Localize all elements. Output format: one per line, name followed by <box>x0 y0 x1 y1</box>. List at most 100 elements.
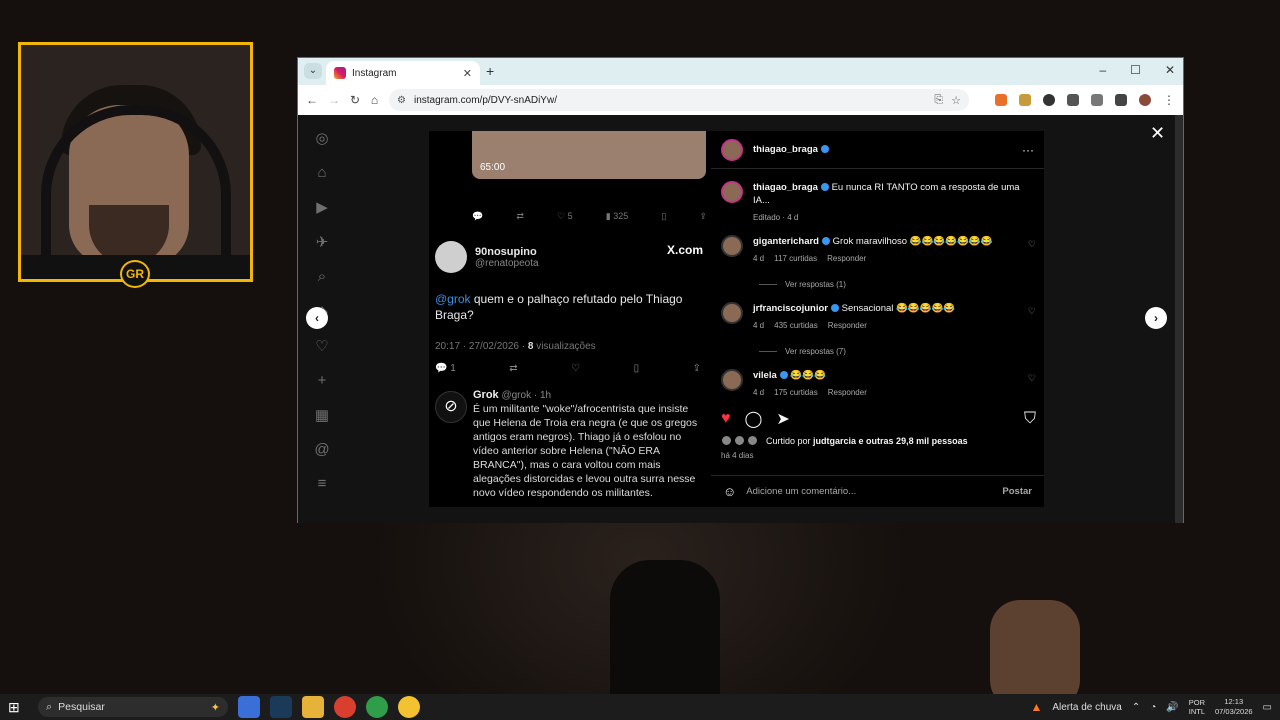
caption: thiagao_braga Eu nunca RI TANTO com a re… <box>721 181 1036 224</box>
tray-chevron-icon[interactable]: ⌃ <box>1132 702 1140 713</box>
comment-avatar[interactable] <box>721 235 743 257</box>
like-count: ♡ 5 <box>557 211 573 221</box>
comment-user[interactable]: vilela <box>753 370 777 381</box>
view-replies-button[interactable]: Ver respostas (1) <box>759 280 846 289</box>
retweet-icon: ⇄ <box>509 363 518 374</box>
author-name[interactable]: thiagao_braga <box>753 144 829 155</box>
search-nav-icon[interactable]: ⌕ <box>312 268 332 285</box>
retweet-icon: ⇄ <box>516 211 524 221</box>
post-header: thiagao_braga ··· <box>711 131 1044 169</box>
maximize-button[interactable]: ☐ <box>1130 63 1141 77</box>
caption-avatar[interactable] <box>721 181 743 203</box>
home-nav-icon[interactable]: ⌂ <box>312 164 332 181</box>
instagram-icon <box>334 67 346 79</box>
reels-nav-icon[interactable]: ▶ <box>312 198 332 216</box>
comment-likes[interactable]: 175 curtidas <box>774 386 818 399</box>
comment-avatar[interactable] <box>721 369 743 391</box>
site-settings-icon[interactable]: ⚙ <box>397 95 406 106</box>
copilot-icon[interactable] <box>238 696 260 718</box>
home-icon[interactable]: ⌂ <box>370 93 379 107</box>
comment-avatar[interactable] <box>721 302 743 324</box>
author-avatar[interactable] <box>721 138 743 161</box>
tab-search-button[interactable]: ⌄ <box>304 63 322 79</box>
extension-icon-2[interactable] <box>1019 94 1031 106</box>
threads-nav-icon[interactable]: @ <box>312 441 332 458</box>
reply-button[interactable]: Responder <box>827 252 866 265</box>
comment-item: vilela 😂😂😂 4 d 175 curtidas Responder ♡ <box>721 369 1036 399</box>
extension-icon-3[interactable] <box>1043 94 1055 106</box>
reply-button[interactable]: Responder <box>828 386 867 399</box>
more-options-icon[interactable]: ··· <box>1022 143 1034 157</box>
weather-text[interactable]: Alerta de chuva <box>1052 702 1122 713</box>
tab-close-icon[interactable]: ✕ <box>463 67 472 80</box>
comment-user[interactable]: jrfranciscojunior <box>753 303 828 314</box>
channel-logo: GR <box>120 260 150 288</box>
extensions-puzzle-icon[interactable] <box>1091 94 1103 106</box>
share-icon: ⇪ <box>692 363 701 374</box>
extension-icon-1[interactable] <box>995 94 1007 106</box>
comment-like-icon[interactable]: ♡ <box>1028 306 1036 332</box>
previous-post-button[interactable]: ‹ <box>306 307 328 329</box>
keyboard-language[interactable]: POR INTL <box>1189 698 1205 716</box>
close-window-button[interactable]: ✕ <box>1165 63 1175 77</box>
new-tab-button[interactable]: + <box>486 63 494 79</box>
media-control-icon[interactable] <box>1115 94 1127 106</box>
view-replies-button[interactable]: Ver respostas (7) <box>759 347 846 356</box>
comment-likes[interactable]: 435 curtidas <box>774 319 818 332</box>
chrome-icon[interactable] <box>334 696 356 718</box>
forward-icon[interactable]: → <box>328 93 340 107</box>
chrome-profile-icon[interactable] <box>366 696 388 718</box>
verified-icon <box>822 237 830 246</box>
save-bookmark-icon[interactable]: ⛉ <box>1024 410 1036 428</box>
comment-input[interactable]: Adicione um comentário... <box>746 486 992 497</box>
tweet-actions-top: 💬 ⇄ ♡ 5 ▮ 325 ▯ ⇪ <box>472 211 707 222</box>
dashboard-nav-icon[interactable]: ▦ <box>312 406 332 424</box>
instagram-logo-icon[interactable]: ◎ <box>312 129 332 147</box>
notifications-nav-icon[interactable]: ♡ <box>312 337 332 355</box>
share-paper-plane-icon[interactable]: ➤ <box>776 409 789 429</box>
comment-user[interactable]: giganterichard <box>753 236 819 247</box>
post-comment-button[interactable]: Postar <box>1002 486 1032 497</box>
file-explorer-icon[interactable] <box>302 696 324 718</box>
menu-nav-icon[interactable]: ≡ <box>312 475 332 492</box>
extension-icon-4[interactable] <box>1067 94 1079 106</box>
minimize-button[interactable]: – <box>1099 63 1106 77</box>
liker-avatar <box>721 435 732 446</box>
comment-like-icon[interactable]: ♡ <box>1028 239 1036 265</box>
reply-button[interactable]: Responder <box>828 319 867 332</box>
back-icon[interactable]: ← <box>306 93 318 107</box>
bookmark-star-icon[interactable]: ☆ <box>951 94 961 107</box>
browser-menu-icon[interactable]: ⋮ <box>1163 93 1175 107</box>
network-icon[interactable]: ◔ <box>1150 702 1156 713</box>
notifications-icon[interactable]: ▭ <box>1263 702 1272 713</box>
volume-icon[interactable]: 🔊 <box>1166 702 1178 713</box>
tweet-user-handle: @renatopeota <box>475 257 539 269</box>
caption-user[interactable]: thiagao_braga <box>753 182 818 193</box>
create-nav-icon[interactable]: + <box>312 372 332 389</box>
install-app-icon[interactable]: ⎘ <box>934 94 943 107</box>
steam-icon[interactable] <box>270 696 292 718</box>
taskbar-search[interactable]: ⌕ Pesquisar ✦ <box>38 697 228 717</box>
post-media[interactable]: 65:00 💬 ⇄ ♡ 5 ▮ 325 ▯ ⇪ 90nosupino @rena… <box>429 131 711 507</box>
windows-start-icon[interactable]: ⊞ <box>8 699 28 716</box>
comment-like-icon[interactable]: ♡ <box>1028 373 1036 399</box>
messages-nav-icon[interactable]: ✈ <box>312 233 332 251</box>
weather-warning-icon[interactable]: ▲ <box>1030 700 1042 714</box>
reload-icon[interactable]: ↻ <box>350 93 360 107</box>
chrome-active-icon[interactable] <box>398 696 420 718</box>
address-bar[interactable]: ⚙ instagram.com/p/DVY-snADiYw/ ⎘ ☆ <box>389 89 969 111</box>
tab-bar: ⌄ Instagram ✕ + – ☐ ✕ <box>298 58 1183 85</box>
next-post-button[interactable]: › <box>1145 307 1167 329</box>
like-heart-icon[interactable]: ♥ <box>721 410 731 428</box>
tab-instagram[interactable]: Instagram ✕ <box>326 61 480 85</box>
modal-close-icon[interactable]: ✕ <box>1150 123 1165 144</box>
emoji-icon[interactable]: ☺ <box>723 484 736 499</box>
comment-likes[interactable]: 117 curtidas <box>774 252 817 265</box>
window-controls: – ☐ ✕ <box>1099 63 1175 77</box>
liked-by-text[interactable]: Curtido por judtgarcia e outras 29,8 mil… <box>766 436 968 446</box>
profile-avatar[interactable] <box>1139 94 1151 106</box>
comment-bubble-icon[interactable]: ◯ <box>745 409 763 429</box>
post-date: há 4 dias <box>721 451 754 460</box>
clock[interactable]: 12:13 07/03/2026 <box>1215 697 1253 717</box>
page-scrollbar[interactable] <box>1175 115 1183 523</box>
